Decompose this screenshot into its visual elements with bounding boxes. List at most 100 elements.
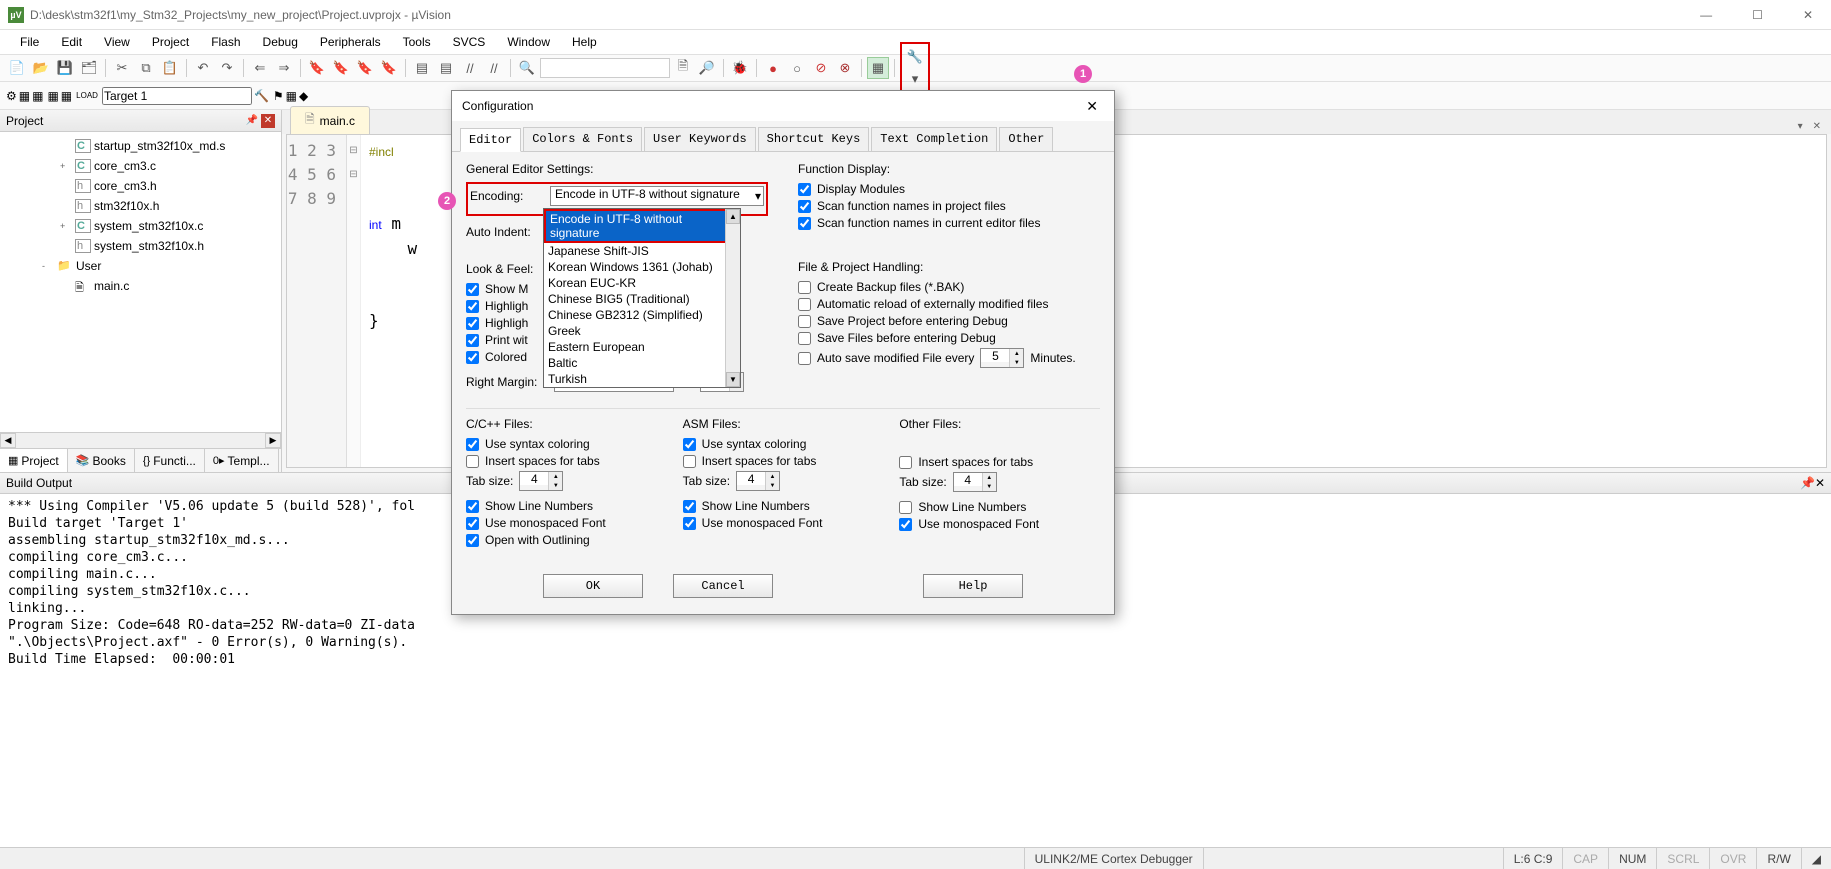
breakpoint-kill-all-icon[interactable]: ⊗	[834, 57, 856, 79]
chk-show-m[interactable]	[466, 283, 479, 296]
chk-other-mono[interactable]	[899, 518, 912, 531]
chk-asm-syntax[interactable]	[683, 438, 696, 451]
ok-button[interactable]: OK	[543, 574, 643, 598]
panel-close-icon[interactable]: ✕	[261, 114, 275, 128]
dd-item-eastern[interactable]: Eastern European	[544, 339, 740, 355]
build-close-icon[interactable]: ✕	[1815, 476, 1825, 490]
chk-highlight2[interactable]	[466, 317, 479, 330]
chk-asm-spaces[interactable]	[683, 455, 696, 468]
menu-tools[interactable]: Tools	[393, 32, 441, 52]
copy-icon[interactable]: ⧉	[135, 57, 157, 79]
build-icon[interactable]: ▦	[19, 89, 30, 103]
indent-icon[interactable]: ▤	[411, 57, 433, 79]
chk-asm-linenum[interactable]	[683, 500, 696, 513]
autosave-spin[interactable]: ▲▼	[980, 348, 1024, 368]
chk-print[interactable]	[466, 334, 479, 347]
tree-item[interactable]: +Ccore_cm3.c	[0, 156, 281, 176]
asm-tabsize-spin[interactable]: ▲▼	[736, 471, 780, 491]
dd-item-baltic[interactable]: Baltic	[544, 355, 740, 371]
dlg-tab-keywords[interactable]: User Keywords	[644, 127, 756, 151]
tree-item[interactable]: Cstartup_stm32f10x_md.s	[0, 136, 281, 156]
dlg-tab-completion[interactable]: Text Completion	[871, 127, 997, 151]
download-icon[interactable]: LOAD	[76, 91, 98, 100]
configure-icon[interactable]: 🔧	[904, 46, 926, 68]
menu-view[interactable]: View	[94, 32, 140, 52]
redo-icon[interactable]: ↷	[216, 57, 238, 79]
nav-fwd-icon[interactable]: ⇒	[273, 57, 295, 79]
debug-icon[interactable]: 🐞	[729, 57, 751, 79]
dialog-close-icon[interactable]: ✕	[1080, 96, 1104, 117]
chk-other-linenum[interactable]	[899, 501, 912, 514]
menu-svcs[interactable]: SVCS	[443, 32, 496, 52]
nav-back-icon[interactable]: ⇐	[249, 57, 271, 79]
dlg-tab-shortcuts[interactable]: Shortcut Keys	[758, 127, 870, 151]
maximize-button[interactable]: ☐	[1742, 4, 1773, 26]
build-pin-icon[interactable]: 📌	[1800, 476, 1815, 490]
stop-build-icon[interactable]: ▦	[61, 89, 72, 103]
menu-peripherals[interactable]: Peripherals	[310, 32, 391, 52]
dd-item-greek[interactable]: Greek	[544, 323, 740, 339]
target-options-icon[interactable]: 🔨	[254, 89, 269, 103]
bookmark-prev-icon[interactable]: 🔖	[330, 57, 352, 79]
dd-item-gb2312[interactable]: Chinese GB2312 (Simplified)	[544, 307, 740, 323]
outdent-icon[interactable]: ▤	[435, 57, 457, 79]
file-ext-icon[interactable]: ⚑	[273, 89, 284, 103]
scroll-down-icon[interactable]: ▼	[726, 372, 740, 387]
tab-close-icon[interactable]: ✕	[1809, 119, 1825, 134]
chk-ccpp-spaces[interactable]	[466, 455, 479, 468]
menu-edit[interactable]: Edit	[51, 32, 92, 52]
chk-colored[interactable]	[466, 351, 479, 364]
select-packs-icon[interactable]: ◆	[299, 89, 308, 103]
project-tree[interactable]: Cstartup_stm32f10x_md.s+Ccore_cm3.chcore…	[0, 132, 281, 432]
editor-tab-main-c[interactable]: 🗎 main.c	[290, 106, 370, 134]
panel-pin-icon[interactable]: 📌	[245, 114, 259, 128]
help-button[interactable]: Help	[923, 574, 1023, 598]
rebuild-icon[interactable]: ▦	[32, 89, 43, 103]
menu-debug[interactable]: Debug	[253, 32, 308, 52]
new-icon[interactable]: 📄	[6, 57, 28, 79]
undo-icon[interactable]: ↶	[192, 57, 214, 79]
minimize-button[interactable]: —	[1690, 4, 1722, 26]
scroll-up-icon[interactable]: ▲	[726, 209, 740, 224]
chk-autosave[interactable]	[798, 352, 811, 365]
batch-build-icon[interactable]: ▦	[47, 89, 58, 103]
chk-other-spaces[interactable]	[899, 456, 912, 469]
dd-item-turkish[interactable]: Turkish	[544, 371, 740, 387]
translate-icon[interactable]: ⚙	[6, 89, 17, 103]
paste-icon[interactable]: 📋	[159, 57, 181, 79]
configure-dropdown-icon[interactable]: ▾	[904, 68, 926, 90]
incremental-find-icon[interactable]: 🔎	[696, 57, 718, 79]
chk-save-project-debug[interactable]	[798, 315, 811, 328]
tab-project[interactable]: ▦ Project	[0, 449, 68, 472]
bookmark-clear-icon[interactable]: 🔖	[378, 57, 400, 79]
comment-icon[interactable]: //	[459, 57, 481, 79]
breakpoint-icon[interactable]: ●	[762, 57, 784, 79]
chk-ccpp-mono[interactable]	[466, 517, 479, 530]
chk-ccpp-linenum[interactable]	[466, 500, 479, 513]
menu-window[interactable]: Window	[497, 32, 560, 52]
encoding-dropdown-list[interactable]: Encode in UTF-8 without signature Japane…	[543, 208, 741, 388]
fold-column[interactable]: ⊟ ⊟	[347, 135, 361, 467]
dd-item-utf8[interactable]: Encode in UTF-8 without signature	[546, 211, 738, 241]
close-button[interactable]: ✕	[1793, 4, 1823, 26]
tab-templates[interactable]: 0▸ Templ...	[205, 449, 279, 472]
chk-backup[interactable]	[798, 281, 811, 294]
dialog-titlebar[interactable]: Configuration ✕	[452, 91, 1114, 121]
cut-icon[interactable]: ✂	[111, 57, 133, 79]
open-icon[interactable]: 📂	[30, 57, 52, 79]
tree-item[interactable]: +Csystem_stm32f10x.c	[0, 216, 281, 236]
chk-ccpp-outline[interactable]	[466, 534, 479, 547]
dd-item-shiftjis[interactable]: Japanese Shift-JIS	[544, 243, 740, 259]
tree-hscroll[interactable]: ◀ ▶	[0, 432, 281, 448]
tree-item[interactable]: -📁User	[0, 256, 281, 276]
save-icon[interactable]: 💾	[54, 57, 76, 79]
tree-item[interactable]: hsystem_stm32f10x.h	[0, 236, 281, 256]
dd-item-johab[interactable]: Korean Windows 1361 (Johab)	[544, 259, 740, 275]
scroll-right-icon[interactable]: ▶	[265, 433, 281, 448]
window-icon[interactable]: ▦	[867, 57, 889, 79]
dlg-tab-other[interactable]: Other	[999, 127, 1053, 151]
chk-scan-editor[interactable]	[798, 217, 811, 230]
cancel-button[interactable]: Cancel	[673, 574, 773, 598]
chk-display-modules[interactable]	[798, 183, 811, 196]
target-combo[interactable]	[102, 87, 252, 105]
